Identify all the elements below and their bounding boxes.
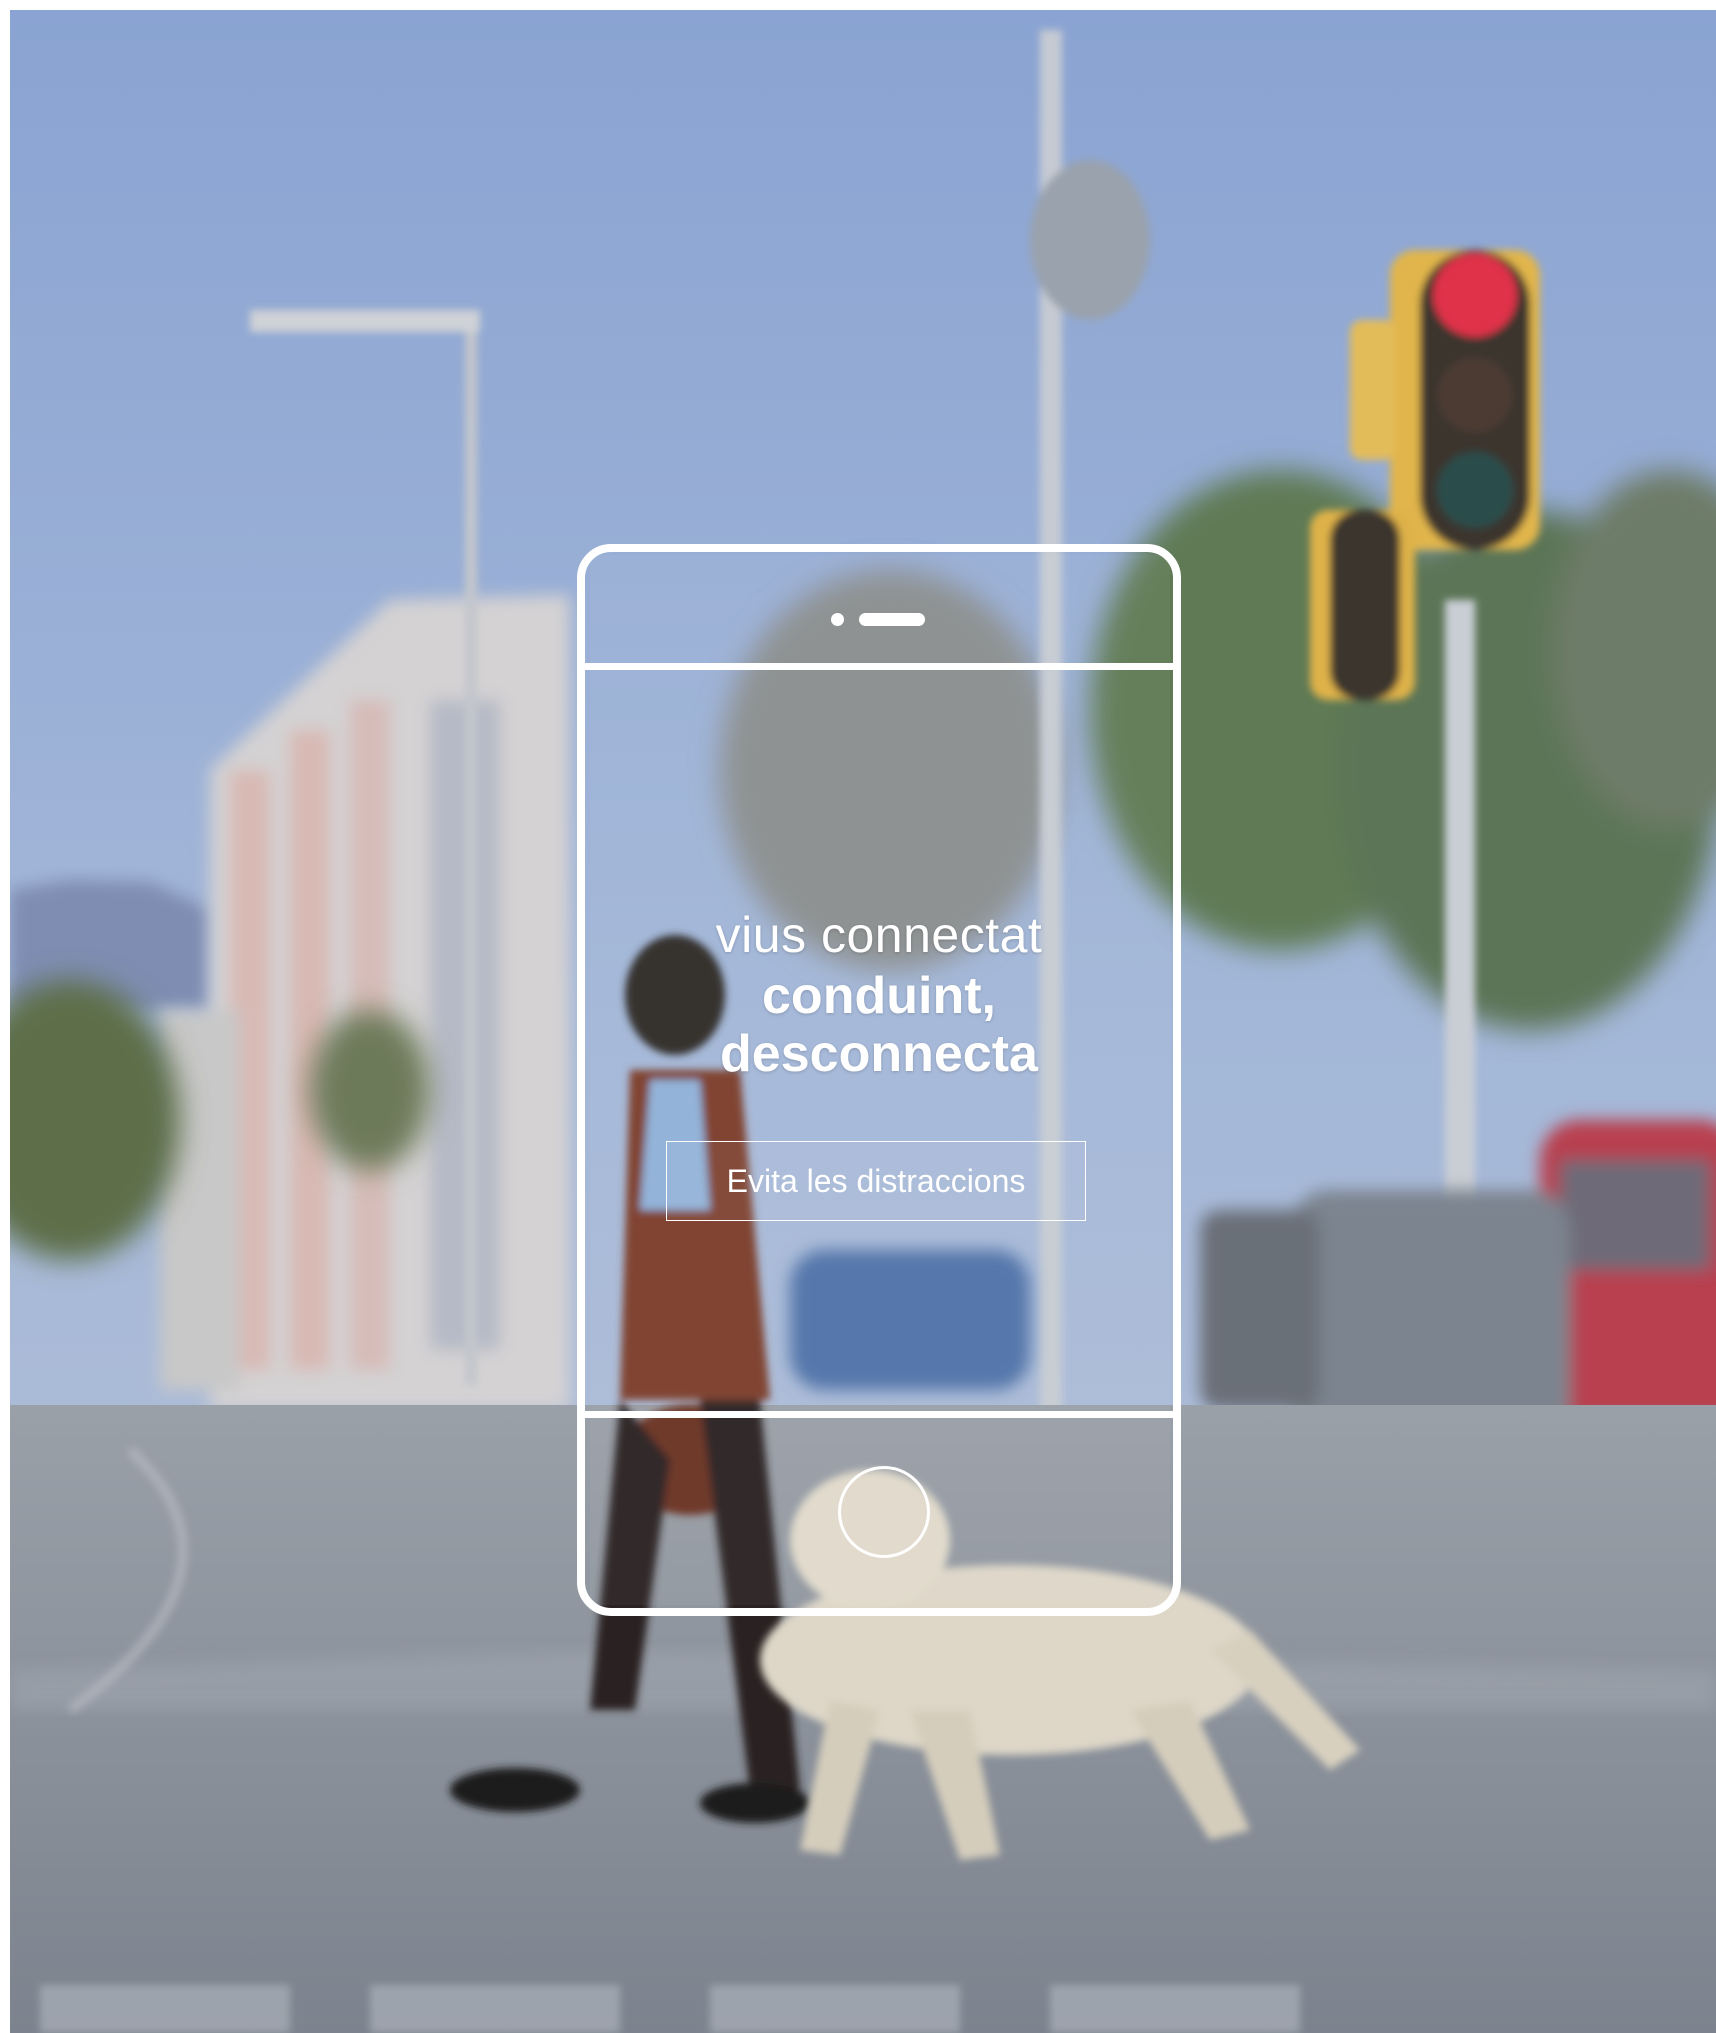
poster: vius connectat conduint, desconnecta Evi… (10, 10, 1716, 2033)
camera-dot-icon (831, 613, 844, 626)
headline-line-3: desconnecta (720, 1025, 1038, 1083)
phone-screen-top-divider (585, 663, 1173, 670)
home-button-icon (838, 1466, 930, 1558)
phone-screen-bottom-divider (585, 1411, 1173, 1418)
speaker-slot-icon (859, 613, 925, 626)
cta-button[interactable]: Evita les distraccions (666, 1141, 1086, 1221)
headline-line-2: conduint, (762, 967, 996, 1025)
headline-line-1: vius connectat (715, 907, 1043, 963)
